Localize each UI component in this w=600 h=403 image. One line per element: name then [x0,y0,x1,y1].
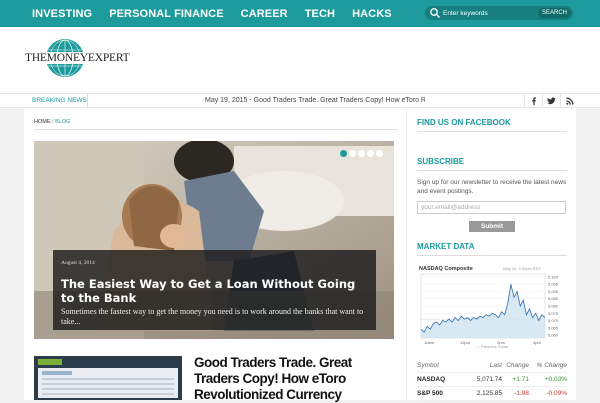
chart-y-tick-label: 5,090 [548,289,559,294]
chart-x-tick-label: 4pm [533,340,541,345]
nav-item-tech[interactable]: TECH [305,8,335,20]
chart-y-tick-label: 5,075 [548,311,559,316]
site-logo[interactable]: THEMONEYEXPERT [24,39,132,79]
market-data-title: MARKET DATA [417,242,475,251]
nav-item-career[interactable]: CAREER [241,8,288,20]
chart-x-tick-label: 10am [424,340,435,345]
site-header: THEMONEYEXPERT [0,27,600,93]
submit-button[interactable]: Submit [469,221,515,232]
market-change: +1.71 [512,376,529,383]
col-last: Last [489,362,502,369]
subscribe-text: Sign up for our newsletter to receive th… [417,179,567,195]
market-last: 5,071.74 [476,376,502,383]
col-change: Change [506,362,529,369]
col-pct-change: % Change [536,362,567,369]
facebook-icon[interactable] [524,94,542,108]
main-menu: INVESTING PERSONAL FINANCE CAREER TECH H… [32,0,409,27]
chart-y-tick-label: 5,095 [548,282,559,287]
market-last: 2,125.85 [476,390,502,397]
chart-title: NASDAQ Composite [419,266,473,272]
sidebar-divider [417,131,567,132]
slider-dot-3[interactable] [358,150,365,157]
slider-dot-5[interactable] [376,150,383,157]
post-title[interactable]: Good Traders Trade. Great Traders Copy! … [194,355,399,403]
sidebar-divider [417,170,567,171]
sidebar-divider [417,255,567,256]
chart-y-tick-label: 5,080 [548,304,559,309]
market-row[interactable]: S&P 500 2,125.85 -1.98 -0.09% [417,387,567,401]
logo-wordmark: THEMONEYEXPERT [24,52,131,64]
rss-icon[interactable] [560,94,578,108]
slide-excerpt: Sometimes the fastest way to get the mon… [61,307,364,326]
chart-x-tick-label: 12pm [460,340,471,345]
chart-y-tick-label: 5,085 [548,296,559,301]
market-table: Symbol Last Change % Change NASDAQ 5,071… [417,359,567,401]
market-change: -1.98 [514,390,529,397]
market-table-header: Symbol Last Change % Change [417,359,567,373]
market-pct-change: -0.09% [546,390,567,397]
facebook-widget-title: FIND US ON FACEBOOK [417,118,511,127]
search-icon [430,8,440,18]
col-symbol: Symbol [417,362,439,369]
breaking-news-bar: BREAKING NEWS May 19, 2015 - Good Trader… [0,93,600,108]
email-field[interactable] [417,201,566,214]
sidebar: FIND US ON FACEBOOK SUBSCRIBE Sign up fo… [406,108,576,401]
market-symbol: NASDAQ [417,376,446,383]
market-row[interactable]: NASDAQ 5,071.74 +1.71 +0.03% [417,373,567,387]
breadcrumb: HOME / BLOG [34,119,70,125]
post-thumbnail[interactable] [34,356,182,400]
subscribe-title: SUBSCRIBE [417,157,465,166]
slide-date: August 4, 2014 [61,260,95,266]
breaking-news-headline[interactable]: May 19, 2015 - Good Traders Trade. Great… [205,94,425,108]
nav-item-hacks[interactable]: HACKS [352,8,392,20]
slider-dot-1[interactable] [340,150,347,157]
chart-subtitle: May 20, 4:00pm EDT [503,266,541,271]
slide-title[interactable]: The Easiest Way to Get a Loan Without Go… [61,277,371,305]
search-box: SEARCH [425,6,573,20]
chart-y-tick-label: 5,070 [548,318,559,323]
market-pct-change: +0.03% [544,376,567,383]
breadcrumb-divider [34,129,398,130]
slider-dot-2[interactable] [349,150,356,157]
breaking-news-label: BREAKING NEWS [24,94,88,108]
chart-x-tick-label: 2pm [497,340,505,345]
nav-item-investing[interactable]: INVESTING [32,8,92,20]
chart-y-tick-label: 5,060 [548,333,559,338]
breadcrumb-current: BLOG [55,119,71,125]
slide-caption: August 4, 2014 The Easiest Way to Get a … [53,250,376,330]
top-nav: INVESTING PERSONAL FINANCE CAREER TECH H… [0,0,600,27]
slider-pagination [340,150,385,157]
chart-y-tick-label: 5,065 [548,325,559,330]
chart-y-tick-label: 5,100 [548,274,559,279]
market-symbol: S&P 500 [417,390,443,397]
main-content: HOME / BLOG August 4, 2014 The Easiest W… [24,108,406,403]
market-chart: NASDAQ Composite May 20, 4:00pm EDT — Pr… [419,266,559,349]
breadcrumb-separator: / [52,119,54,125]
twitter-icon[interactable] [542,94,560,108]
nav-item-personal-finance[interactable]: PERSONAL FINANCE [109,8,223,20]
search-input[interactable] [443,9,539,17]
search-button[interactable]: SEARCH [537,8,571,18]
featured-slider[interactable]: August 4, 2014 The Easiest Way to Get a … [34,141,394,339]
slider-dot-4[interactable] [367,150,374,157]
breadcrumb-home[interactable]: HOME [34,119,51,125]
